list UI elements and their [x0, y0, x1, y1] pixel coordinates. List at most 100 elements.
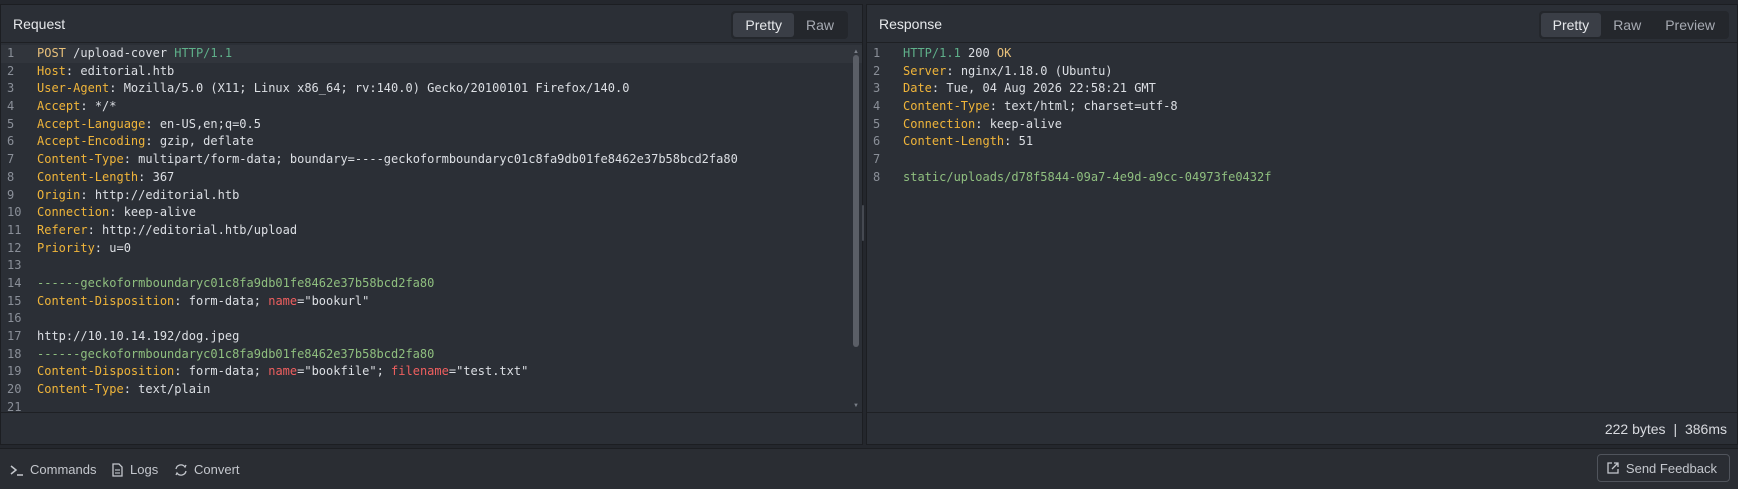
param-name: filename	[391, 364, 449, 379]
line-number: 6	[7, 134, 15, 149]
header-name: Referer	[37, 222, 88, 237]
response-size: 222 bytes	[1604, 421, 1666, 437]
tab-pretty[interactable]: Pretty	[1540, 13, 1602, 37]
status-code: 200	[960, 46, 997, 60]
header-value: en-US,en;q=0.5	[159, 116, 261, 131]
header-value: 367	[152, 169, 175, 184]
scroll-down-arrow-icon[interactable]: ▼	[853, 403, 859, 409]
line-content: Referer: http://editorial.htb/upload	[37, 222, 298, 237]
code-line: 8 Content-Length: 367	[1, 169, 862, 187]
request-scrollbar[interactable]: ▲ ▼	[853, 49, 859, 409]
line-content: Content-Length: 367	[37, 169, 175, 184]
line-number: 12	[7, 240, 22, 255]
code-line: 4 Content-Type: text/html; charset=utf-8	[867, 98, 1737, 116]
commands-button[interactable]: Commands	[10, 462, 96, 477]
logs-button[interactable]: Logs	[110, 462, 158, 477]
code-line: 7 Content-Type: multipart/form-data; boun…	[1, 151, 862, 169]
line-number: 21	[7, 399, 22, 411]
line-number: 5	[7, 116, 15, 131]
http-method: POST	[37, 46, 66, 60]
code-line: 10 Connection: keep-alive	[1, 204, 862, 222]
commands-label: Commands	[30, 462, 97, 477]
line-number: 19	[7, 364, 22, 379]
code-line: 1 HTTP/1.1 200 OK	[867, 45, 1737, 63]
header-value: nginx/1.18.0 (Ubuntu)	[960, 63, 1113, 78]
line-content: Content-Type: multipart/form-data; bound…	[37, 152, 738, 167]
header-name: Host	[37, 63, 66, 78]
line-number: 4	[873, 99, 881, 114]
tab-preview[interactable]: Preview	[1653, 13, 1727, 37]
response-header: Response Pretty Raw Preview	[867, 5, 1737, 43]
response-view-tabs: Pretty Raw Preview	[1538, 11, 1729, 39]
code-line: 19 Content-Disposition: form-data; name="…	[1, 363, 862, 381]
response-time: 386ms	[1684, 421, 1727, 437]
line-number: 1	[7, 46, 15, 60]
line-number: 7	[873, 152, 881, 167]
code-line: 15 Content-Disposition: form-data; name="…	[1, 293, 862, 311]
header-name: Date	[903, 81, 932, 96]
code-line: 14 ------geckoformboundaryc01c8fa9db01fe8…	[1, 275, 862, 293]
response-editor[interactable]: 1 HTTP/1.1 200 OK 2 Server: nginx/1.18.0 (U…	[867, 45, 1737, 411]
status-message: OK	[996, 46, 1012, 60]
body-text: http://10.10.14.192/dog.jpeg	[37, 329, 240, 343]
response-pane: Response Pretty Raw Preview 1 HTTP/1.1 20…	[866, 4, 1738, 445]
logs-label: Logs	[130, 462, 159, 477]
line-content: Accept-Language: en-US,en;q=0.5	[37, 116, 261, 131]
line-content: Content-Disposition: form-data; name="bo…	[37, 364, 529, 379]
header-value: */*	[94, 99, 117, 114]
line-number: 16	[7, 311, 22, 326]
convert-label: Convert	[194, 462, 240, 477]
request-view-tabs: Pretty Raw	[731, 11, 848, 39]
request-editor[interactable]: 1 POST /upload-cover HTTP/1.1 2 Host: edito…	[1, 45, 862, 411]
param-name: name	[268, 364, 298, 379]
header-name: Content-Type	[37, 152, 124, 167]
line-content: Content-Length: 51	[903, 134, 1034, 149]
bottom-bar: Commands Logs Convert Send Feedback	[0, 448, 1738, 489]
code-line: 6 Accept-Encoding: gzip, deflate	[1, 133, 862, 151]
convert-button[interactable]: Convert	[174, 462, 240, 477]
line-number: 7	[7, 152, 15, 167]
header-value: text/html; charset=utf-8	[1004, 99, 1178, 114]
line-number: 14	[7, 275, 22, 290]
param-name: name	[268, 293, 298, 308]
terminal-icon	[10, 464, 23, 476]
code-line: 4 Accept: */*	[1, 98, 862, 116]
header-name: Content-Length	[903, 134, 1005, 149]
header-value: Tue, 04 Aug 2026 22:58:21 GMT	[946, 81, 1156, 96]
line-number: 13	[7, 258, 22, 273]
external-link-icon	[1607, 462, 1619, 474]
tab-raw[interactable]: Raw	[1601, 13, 1653, 37]
line-content: ------geckoformboundaryc01c8fa9db01fe846…	[37, 346, 434, 364]
send-feedback-label: Send Feedback	[1625, 460, 1717, 476]
line-content: static/uploads/d78f5844-09a7-4e9d-a9cc-0…	[903, 169, 1271, 187]
http-protocol: HTTP/1.1	[174, 46, 233, 60]
code-line: 12 Priority: u=0	[1, 240, 862, 258]
code-line: 2 Host: editorial.htb	[1, 63, 862, 81]
multipart-boundary: ------geckoformboundaryc01c8fa9db01fe846…	[37, 275, 435, 290]
line-number: 3	[7, 81, 15, 96]
header-name: Accept-Language	[37, 116, 146, 131]
line-number: 9	[7, 187, 15, 202]
param-text: form-data;	[188, 293, 269, 308]
line-number: 20	[7, 382, 22, 397]
header-value: 51	[1018, 134, 1034, 149]
request-footer	[1, 412, 862, 444]
request-title: Request	[13, 16, 66, 32]
code-line: 5 Accept-Language: en-US,en;q=0.5	[1, 116, 862, 134]
response-stats: 222 bytes | 386ms	[1605, 421, 1727, 437]
pane-resize-handle[interactable]	[862, 205, 864, 241]
send-feedback-button[interactable]: Send Feedback	[1596, 454, 1730, 482]
header-value: keep-alive	[989, 116, 1062, 131]
param-text: ="bookurl"	[297, 293, 370, 308]
header-value: gzip, deflate	[159, 134, 254, 149]
line-content: ------geckoformboundaryc01c8fa9db01fe846…	[37, 275, 434, 293]
line-number: 1	[873, 46, 881, 60]
code-line: 3 Date: Tue, 04 Aug 2026 22:58:21 GMT	[867, 80, 1737, 98]
header-value: text/plain	[138, 382, 211, 397]
line-number: 5	[873, 116, 881, 131]
tab-raw[interactable]: Raw	[794, 13, 846, 37]
request-header: Request Pretty Raw	[1, 5, 862, 43]
code-line: 17 http://10.10.14.192/dog.jpeg	[1, 328, 862, 346]
tab-pretty[interactable]: Pretty	[733, 13, 794, 37]
scroll-thumb[interactable]	[853, 55, 859, 347]
